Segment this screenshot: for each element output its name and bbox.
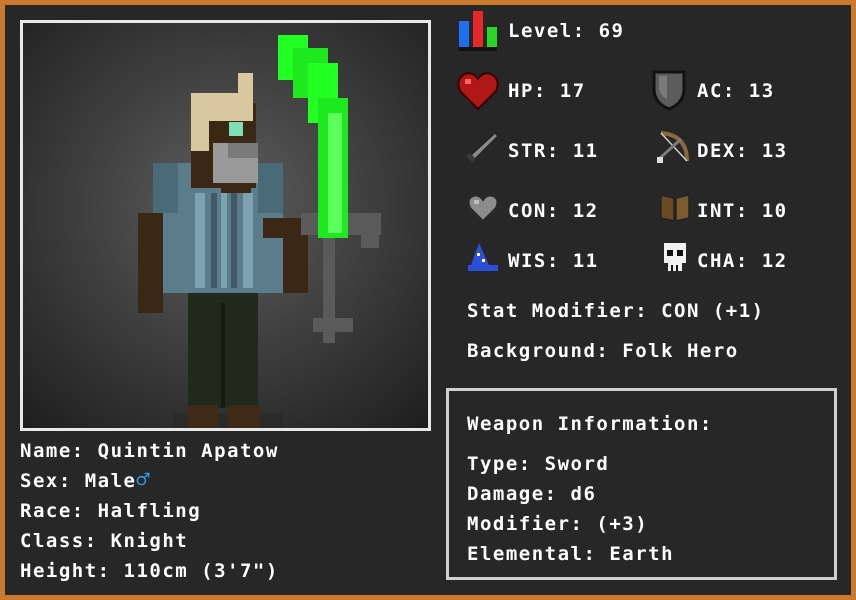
sword-icon: [466, 131, 499, 163]
cha-stat: CHA: 12: [697, 250, 788, 272]
weapon-info-panel: Weapon Information: Type: Sword Damage: …: [446, 388, 837, 580]
weapon-modifier: Modifier: (+3): [467, 513, 649, 535]
weapon-elemental: Elemental: Earth: [467, 543, 675, 565]
sex-label: Sex: Male: [20, 470, 137, 492]
height-line: Height: 110cm (3'7"): [20, 560, 279, 582]
ac-stat: AC: 13: [697, 80, 775, 102]
heart-outline-icon: [467, 194, 499, 223]
male-symbol-icon: ♂: [136, 468, 152, 493]
level-stat: Level: 69: [508, 20, 625, 42]
name-line: Name: Quintin Apatow: [20, 440, 279, 462]
dex-stat: DEX: 13: [697, 140, 788, 162]
wizard-hat-icon: [468, 243, 498, 271]
sex-line: Sex: Male♂: [20, 468, 152, 493]
wis-stat: WIS: 11: [508, 250, 599, 272]
heart-icon: [457, 72, 499, 111]
str-stat: STR: 11: [508, 140, 599, 162]
character-card: Name: Quintin Apatow Sex: Male♂ Race: Ha…: [5, 5, 851, 595]
weapon-type: Type: Sword: [467, 453, 610, 475]
int-stat: INT: 10: [697, 200, 788, 222]
level-bars-icon: [459, 11, 497, 51]
race-line: Race: Halfling: [20, 500, 202, 522]
background: Background: Folk Hero: [467, 340, 739, 362]
stat-modifier: Stat Modifier: CON (+1): [467, 300, 765, 322]
bow-icon: [657, 131, 689, 163]
skull-icon: [664, 243, 686, 271]
book-icon: [660, 194, 690, 222]
weapon-heading: Weapon Information:: [467, 413, 713, 435]
shield-icon: [652, 70, 686, 111]
hp-stat: HP: 17: [508, 80, 586, 102]
weapon-damage: Damage: d6: [467, 483, 597, 505]
con-stat: CON: 12: [508, 200, 599, 222]
character-portrait: [20, 20, 431, 431]
class-line: Class: Knight: [20, 530, 189, 552]
